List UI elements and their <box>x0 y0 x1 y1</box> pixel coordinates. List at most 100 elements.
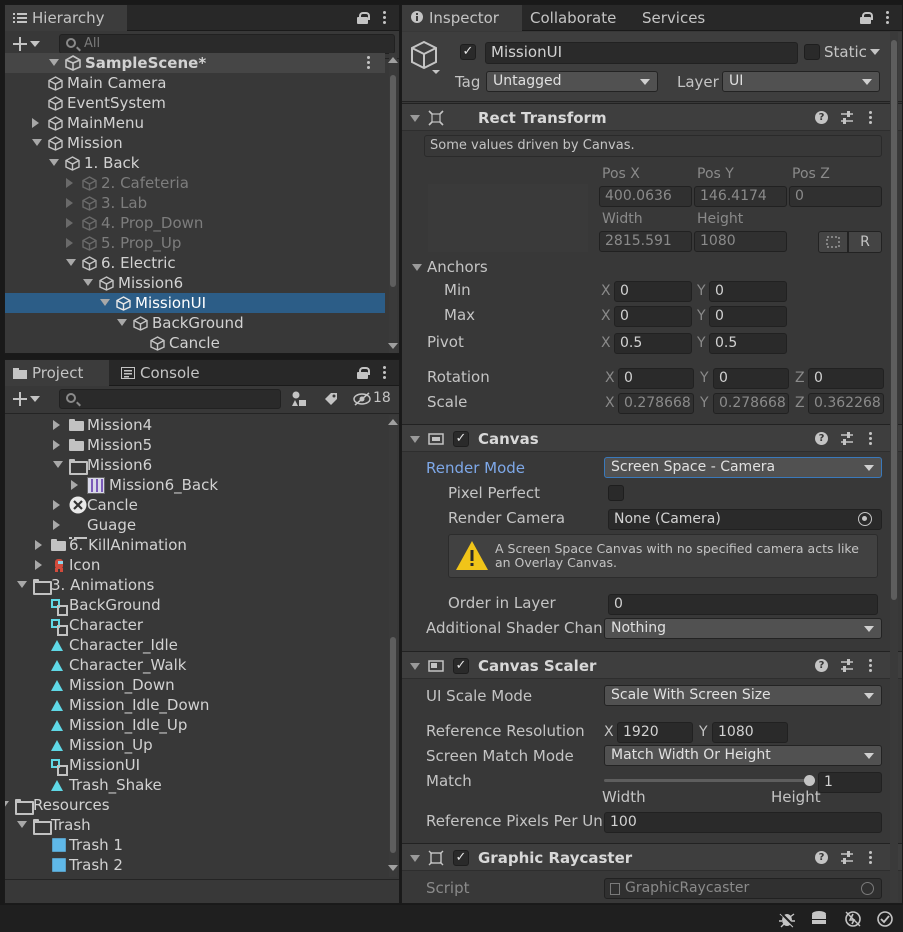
expand-arrow-icon[interactable] <box>49 159 59 166</box>
anchor-preset-box[interactable] <box>428 184 588 252</box>
project-item[interactable]: Trash_Shake <box>5 775 385 795</box>
cache-server-icon[interactable] <box>810 910 828 928</box>
pivot-x-field[interactable]: 0.5 <box>614 333 692 354</box>
object-picker-icon[interactable] <box>861 882 874 895</box>
height-field[interactable]: 1080 <box>694 231 787 252</box>
menu-dots-icon[interactable] <box>383 366 387 380</box>
render-mode-dropdown[interactable]: Screen Space - Camera <box>604 457 882 478</box>
script-field[interactable]: GraphicRaycaster <box>604 878 882 899</box>
static-dropdown-arrow-icon[interactable] <box>870 49 880 55</box>
tab-project[interactable]: Project <box>5 360 109 386</box>
posy-field[interactable]: 146.4174 <box>694 186 787 207</box>
component-menu-icon[interactable] <box>869 432 873 446</box>
width-field[interactable]: 2815.591 <box>599 231 692 252</box>
collapsed-arrow-icon[interactable] <box>66 178 73 188</box>
order-field[interactable]: 0 <box>608 594 878 615</box>
anchors-fold-icon[interactable] <box>412 264 422 271</box>
raw-edit-button[interactable]: R <box>848 231 882 253</box>
shader-channels-dropdown[interactable]: Nothing <box>604 618 882 639</box>
menu-dots-icon[interactable] <box>383 11 387 25</box>
component-menu-icon[interactable] <box>869 851 873 865</box>
fold-arrow-icon[interactable] <box>410 663 420 670</box>
project-item[interactable]: Mission5 <box>5 435 385 455</box>
project-item[interactable]: Character_Walk <box>5 655 385 675</box>
expand-arrow-icon[interactable] <box>32 139 42 146</box>
presets-icon[interactable] <box>839 110 855 126</box>
blueprint-mode-button[interactable] <box>818 231 848 253</box>
project-item[interactable]: Resources <box>5 795 385 815</box>
collapsed-arrow-icon[interactable] <box>35 560 42 570</box>
pivot-y-field[interactable]: 0.5 <box>709 333 787 354</box>
expand-arrow-icon[interactable] <box>83 279 93 286</box>
hierarchy-item[interactable]: Cancle <box>5 333 385 353</box>
presets-icon[interactable] <box>839 431 855 447</box>
expand-arrow-icon[interactable] <box>17 581 27 588</box>
auto-generate-lighting-icon[interactable] <box>844 910 862 928</box>
tab-hierarchy[interactable]: Hierarchy <box>5 5 127 31</box>
menu-dots-icon[interactable] <box>886 11 890 25</box>
hierarchy-item[interactable]: 4. Prop_Down <box>5 213 385 233</box>
project-item[interactable]: Character_Idle <box>5 635 385 655</box>
scroll-down-icon[interactable] <box>388 865 398 871</box>
expand-arrow-icon[interactable] <box>17 821 27 828</box>
match-value-field[interactable]: 1 <box>818 772 882 793</box>
project-search-input[interactable] <box>59 389 281 409</box>
pixel-perfect-checkbox[interactable] <box>608 485 624 501</box>
project-item[interactable]: BackGround <box>5 595 385 616</box>
project-item[interactable]: 3. Animations <box>5 575 385 595</box>
project-item[interactable]: Mission6_Back <box>5 475 385 495</box>
layer-dropdown[interactable]: UI <box>722 71 880 92</box>
fold-arrow-icon[interactable] <box>410 115 420 122</box>
hierarchy-item[interactable]: EventSystem <box>5 93 385 113</box>
scene-menu-icon[interactable] <box>367 56 371 70</box>
static-label[interactable]: Static <box>824 43 867 61</box>
hierarchy-item[interactable]: Mission6 <box>5 273 385 293</box>
tab-collaborate[interactable]: Collaborate <box>522 5 624 31</box>
component-menu-icon[interactable] <box>869 111 873 125</box>
tag-dropdown[interactable]: Untagged <box>486 71 658 92</box>
filter-by-label-icon[interactable] <box>323 391 339 407</box>
collapsed-arrow-icon[interactable] <box>66 238 73 248</box>
rot-x-field[interactable]: 0 <box>618 368 694 389</box>
ppu-field[interactable]: 100 <box>604 812 882 833</box>
help-icon[interactable]: ? <box>815 659 828 672</box>
collapsed-arrow-icon[interactable] <box>53 420 60 430</box>
project-item[interactable]: Trash 1 <box>5 835 385 855</box>
check-icon[interactable] <box>876 910 894 928</box>
min-x-field[interactable]: 0 <box>614 281 692 302</box>
min-y-field[interactable]: 0 <box>709 281 787 302</box>
expand-arrow-icon[interactable] <box>100 299 110 306</box>
object-picker-icon[interactable] <box>858 512 872 526</box>
match-slider-track[interactable] <box>604 775 815 786</box>
expand-arrow-icon[interactable] <box>5 801 9 808</box>
rot-y-field[interactable]: 0 <box>713 368 789 389</box>
max-y-field[interactable]: 0 <box>709 306 787 327</box>
scroll-thumb[interactable] <box>390 75 396 287</box>
rect-transform-header[interactable]: Rect Transform ? <box>402 103 902 131</box>
inspector-scrollbar[interactable] <box>890 32 898 902</box>
tab-inspector[interactable]: Inspector <box>402 5 522 31</box>
collapsed-arrow-icon[interactable] <box>32 118 39 128</box>
object-name-field[interactable]: MissionUI <box>485 42 798 64</box>
max-x-field[interactable]: 0 <box>614 306 692 327</box>
hierarchy-item[interactable]: BackGround <box>5 313 385 333</box>
collapsed-arrow-icon[interactable] <box>53 500 60 510</box>
collapsed-arrow-icon[interactable] <box>35 540 42 550</box>
help-icon[interactable]: ? <box>815 851 828 864</box>
filter-by-type-icon[interactable] <box>291 391 307 407</box>
collapsed-arrow-icon[interactable] <box>53 440 60 450</box>
anchors-label[interactable]: Anchors <box>427 258 488 276</box>
hierarchy-scrollbar[interactable] <box>388 53 398 353</box>
scale-z-field[interactable]: 0.362268 <box>808 393 884 414</box>
presets-icon[interactable] <box>839 658 855 674</box>
rot-z-field[interactable]: 0 <box>808 368 884 389</box>
canvas-enabled-checkbox[interactable]: ✓ <box>453 431 469 447</box>
active-checkbox[interactable]: ✓ <box>460 44 476 60</box>
collapsed-arrow-icon[interactable] <box>66 218 73 228</box>
tab-services[interactable]: Services <box>634 5 713 31</box>
project-item[interactable]: Trash <box>5 815 385 835</box>
project-item[interactable]: Trash 2 <box>5 855 385 875</box>
hierarchy-item[interactable]: Mission <box>5 133 385 153</box>
hierarchy-item[interactable]: 2. Cafeteria <box>5 173 385 193</box>
scale-x-field[interactable]: 0.278668 <box>618 393 694 414</box>
